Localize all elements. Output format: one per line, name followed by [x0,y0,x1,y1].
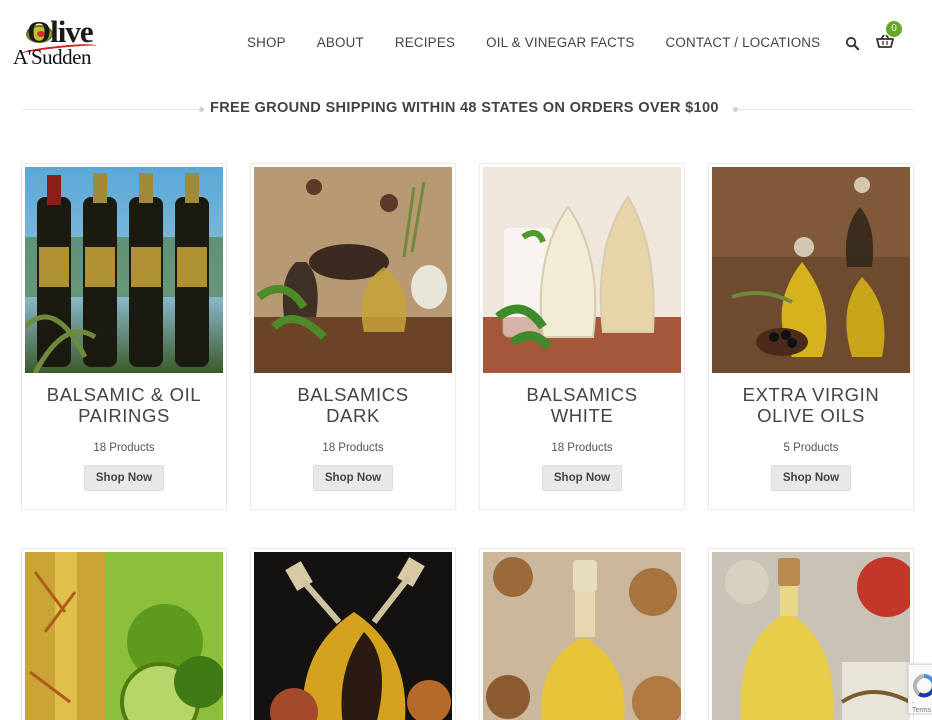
category-card-row2-4[interactable] [708,548,914,720]
category-title-line2: WHITE [550,405,614,426]
product-count: 18 Products [93,442,155,454]
category-title-line2: PAIRINGS [78,405,170,426]
product-count: 18 Products [322,442,384,454]
category-image[interactable] [254,552,452,720]
cart-count-badge: 0 [886,21,902,37]
category-card-balsamics-white[interactable]: BALSAMICS WHITE 18 Products Shop Now [479,163,685,510]
category-card-row2-3[interactable] [479,548,685,720]
banner-dot-left [199,107,204,112]
category-card-row2-2[interactable] [250,548,456,720]
category-image[interactable] [25,552,223,720]
product-count: 5 Products [783,442,839,454]
category-card-balsamics-dark[interactable]: BALSAMICS DARK 18 Products Shop Now [250,163,456,510]
nav-about[interactable]: ABOUT [317,35,364,50]
category-title-line1: EXTRA VIRGIN [742,384,880,405]
logo-text-top: Olive [27,14,94,49]
category-image[interactable] [712,552,910,720]
category-card-extra-virgin-olive-oils[interactable]: EXTRA VIRGIN OLIVE OILS 5 Products Shop … [708,163,914,510]
category-image[interactable] [254,167,452,373]
shop-now-button[interactable]: Shop Now [771,465,851,491]
recaptcha-icon [912,674,932,698]
brand-logo[interactable]: Olive A'Sudden [13,16,109,70]
category-title[interactable]: EXTRA VIRGIN OLIVE OILS [709,384,913,426]
shop-now-button[interactable]: Shop Now [84,465,164,491]
nav-oil-vinegar-facts[interactable]: OIL & VINEGAR FACTS [486,35,634,50]
shop-now-button[interactable]: Shop Now [313,465,393,491]
category-title[interactable]: BALSAMICS WHITE [480,384,684,426]
banner-text: FREE GROUND SHIPPING WITHIN 48 STATES ON… [210,100,719,116]
category-card-row2-1[interactable] [21,548,227,720]
category-image[interactable] [483,552,681,720]
search-icon[interactable] [845,36,860,51]
nav-shop[interactable]: SHOP [247,35,286,50]
recaptcha-terms-link[interactable]: - Terms [912,700,932,714]
site-header: Olive A'Sudden SHOP ABOUT RECIPES OIL & … [0,0,932,88]
category-title-line1: BALSAMICS [297,384,409,405]
nav-recipes[interactable]: RECIPES [395,35,455,50]
product-count: 18 Products [551,442,613,454]
main-nav: SHOP ABOUT RECIPES OIL & VINEGAR FACTS C… [247,35,851,50]
category-title-line1: BALSAMIC & OIL [46,384,202,405]
category-title[interactable]: BALSAMICS DARK [251,384,455,426]
category-image[interactable] [712,167,910,373]
category-title[interactable]: BALSAMIC & OIL PAIRINGS [22,384,226,426]
logo-text-bottom: A'Sudden [13,45,91,69]
banner-divider-left [22,109,200,110]
shipping-banner: FREE GROUND SHIPPING WITHIN 48 STATES ON… [22,98,914,120]
category-title-line1: BALSAMICS [526,384,638,405]
nav-contact-locations[interactable]: CONTACT / LOCATIONS [665,35,820,50]
category-image[interactable] [483,167,681,373]
banner-divider-right [737,109,914,110]
category-title-line2: OLIVE OILS [757,405,865,426]
shop-now-button[interactable]: Shop Now [542,465,622,491]
category-card-balsamic-oil-pairings[interactable]: BALSAMIC & OIL PAIRINGS 18 Products Shop… [21,163,227,510]
category-title-line2: DARK [326,405,380,426]
category-image[interactable] [25,167,223,373]
